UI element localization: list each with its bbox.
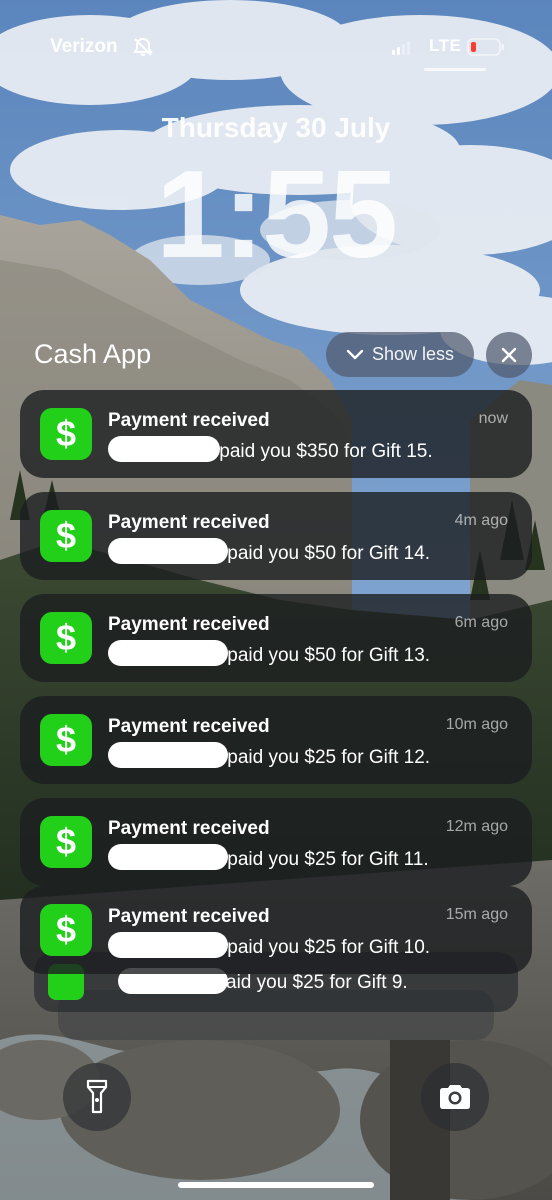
carrier-name: Verizon: [50, 36, 118, 57]
cash-app-icon: $: [40, 816, 92, 868]
network-type: LTE: [429, 36, 462, 55]
chevron-down-icon: [346, 349, 364, 359]
notification-body-line: paid you $25 for Gift 12.: [108, 742, 430, 769]
redacted-sender: [108, 538, 228, 564]
notification-body: paid you $25 for Gift 10.: [227, 937, 431, 958]
home-indicator[interactable]: [178, 1182, 374, 1188]
battery-low-icon: [467, 38, 504, 56]
notification-body: paid you $50 for Gift 13.: [227, 645, 431, 666]
close-icon: [501, 347, 517, 363]
notification-body: paid you $350 for Gift 15.: [219, 441, 433, 462]
notification-card[interactable]: $ Payment received 4m ago paid you $50 f…: [20, 492, 532, 580]
notification-body: paid you $25 for Gift 11.: [227, 849, 429, 870]
notification-body-line: paid you $50 for Gift 13.: [108, 640, 430, 667]
cash-app-icon: $: [40, 714, 92, 766]
cash-app-icon: $: [40, 612, 92, 664]
notification-time: 15m ago: [445, 906, 508, 923]
status-bar: Verizon LTE: [0, 32, 552, 71]
redacted-sender: [108, 844, 228, 870]
show-less-button[interactable]: Show less: [326, 332, 474, 377]
cash-app-icon: $: [40, 510, 92, 562]
notification-body: paid you $25 for Gift 12.: [227, 747, 431, 768]
notification-card[interactable]: $ Payment received 12m ago paid you $25 …: [20, 798, 532, 886]
signal-icon: [392, 41, 410, 55]
clear-group-button[interactable]: [486, 332, 532, 378]
notification-body-line: paid you $350 for Gift 15.: [108, 436, 433, 463]
notification-time: 4m ago: [454, 512, 508, 529]
notification-title: Payment received: [108, 818, 270, 839]
notification-body-line: paid you $25 for Gift 11.: [108, 844, 429, 871]
flashlight-button[interactable]: [63, 1063, 131, 1131]
lock-time: 1:55: [155, 146, 398, 284]
notification-title: Payment received: [108, 410, 270, 431]
notification-body-line: paid you $50 for Gift 14.: [108, 538, 430, 565]
camera-button[interactable]: [421, 1063, 489, 1131]
notification-card[interactable]: $ Payment received 10m ago paid you $25 …: [20, 696, 532, 784]
notification-card[interactable]: $ Payment received 6m ago paid you $50 f…: [20, 594, 532, 682]
notification-title: Payment received: [108, 614, 270, 635]
notification-time: 10m ago: [445, 716, 508, 733]
notification-body-line: paid you $25 for Gift 10.: [108, 932, 430, 959]
camera-icon: [440, 1085, 470, 1109]
flashlight-icon: [86, 1079, 108, 1114]
show-less-label: Show less: [371, 344, 455, 364]
redacted-sender: [108, 742, 228, 768]
notification-time: now: [478, 410, 508, 427]
notification-body: paid you $50 for Gift 14.: [227, 543, 431, 564]
redacted-sender: [108, 640, 228, 666]
notification-title: Payment received: [108, 716, 270, 737]
notification-title: Payment received: [108, 906, 270, 927]
redacted-sender: [108, 932, 228, 958]
notification-card[interactable]: $ Payment received 15m ago paid you $25 …: [20, 886, 532, 974]
cash-app-icon: $: [40, 904, 92, 956]
lock-date: Thursday 30 July: [161, 112, 391, 143]
redacted-sender: [108, 436, 220, 462]
notification-title: Payment received: [108, 512, 270, 533]
notification-body: aid you $25 for Gift 9.: [226, 972, 408, 993]
control-center-hint[interactable]: [424, 68, 486, 71]
cash-app-icon: $: [40, 408, 92, 460]
notification-time: 6m ago: [454, 614, 508, 631]
bell-slash-icon: [133, 37, 153, 56]
notification-group-title: Cash App: [34, 339, 152, 369]
notification-time: 12m ago: [445, 818, 508, 835]
notification-card[interactable]: $ Payment received now paid you $350 for…: [20, 390, 532, 478]
